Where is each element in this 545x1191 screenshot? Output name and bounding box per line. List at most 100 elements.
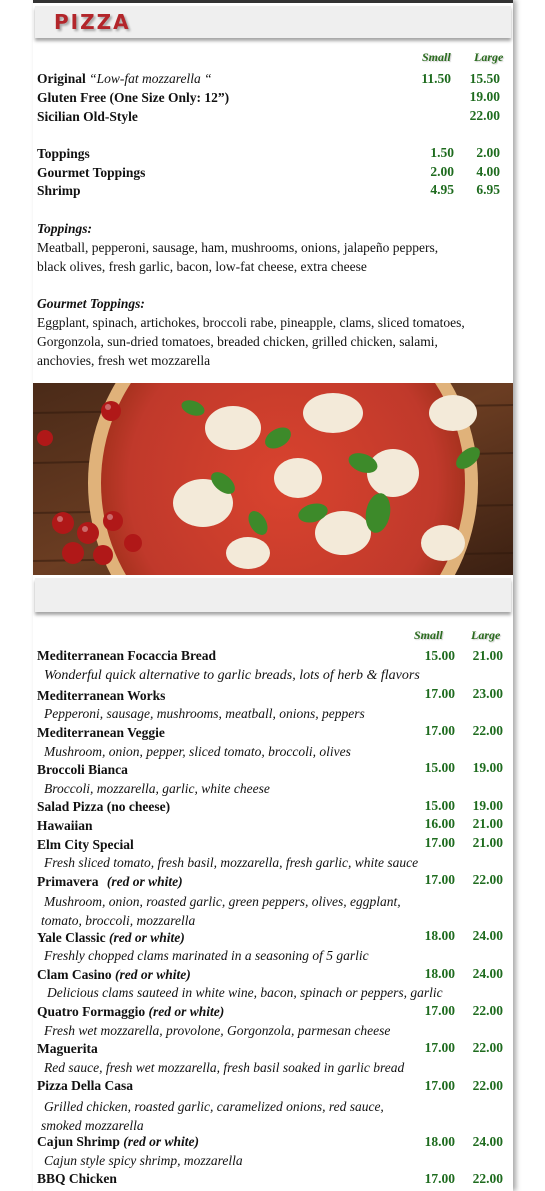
price-large: 24.00: [472, 928, 503, 943]
item-name: Yale Classic: [37, 930, 106, 945]
item-description: Red sauce, fresh wet mozzarella, fresh b…: [44, 1060, 405, 1075]
price-small: 18.00: [424, 928, 455, 943]
menu-row: Mediterranean Works: [37, 688, 165, 704]
pizza-photo: [33, 383, 513, 575]
gourmet-toppings-text: Eggplant, spinach, artichokes, broccoli …: [37, 315, 465, 368]
item-name: Quatro Formaggio: [37, 1004, 146, 1019]
item-description: Cajun style spicy shrimp, mozzarella: [44, 1153, 243, 1168]
item-description: Broccoli, mozzarella, garlic, white chee…: [44, 781, 270, 796]
pizza-photo-image: [33, 383, 513, 575]
item-name: Toppings: [37, 146, 90, 161]
price-small: 15.00: [424, 648, 455, 663]
item-name: Original: [37, 71, 86, 86]
price-small: 17.00: [424, 723, 455, 738]
item-description: Wonderful quick alternative to garlic br…: [44, 668, 420, 683]
item-name: Gluten Free (One Size Only: 12”): [37, 90, 230, 105]
menu-row: Yale Classic (red or white): [37, 930, 185, 946]
price-small: 17.00: [424, 872, 455, 887]
specialty-pizza-banner: [35, 578, 511, 612]
price-small: 17.00: [424, 1003, 455, 1018]
item-sauce-option: (red or white): [106, 874, 183, 889]
column-header-small: Small: [414, 628, 443, 642]
price-small: 11.50: [421, 71, 451, 86]
item-name: Mediterranean Veggie: [37, 725, 165, 740]
item-sauce-option: (red or white): [123, 1134, 200, 1149]
menu-row: Shrimp: [37, 183, 81, 199]
price-small: 16.00: [424, 816, 455, 831]
price-small: 2.00: [430, 164, 454, 179]
price-large: 19.00: [472, 760, 503, 775]
item-sauce-option: (red or white): [109, 930, 185, 945]
item-description: Delicious clams sauteed in white wine, b…: [47, 985, 443, 1000]
item-description: Pepperoni, sausage, mushrooms, meatball,…: [44, 706, 365, 721]
price-large: 6.95: [476, 182, 500, 197]
item-description: Mushroom, onion, roasted garlic, green p…: [41, 894, 401, 928]
gourmet-toppings-block: Gourmet Toppings: Eggplant, spinach, art…: [37, 294, 507, 370]
menu-row: Broccoli Bianca: [37, 762, 128, 778]
item-name: Pizza Della Casa: [37, 1078, 133, 1093]
price-large: 22.00: [472, 1040, 503, 1055]
price-small: 4.95: [430, 182, 454, 197]
price-large: 22.00: [472, 1003, 503, 1018]
price-large: 22.00: [472, 1171, 503, 1186]
item-description: Fresh wet mozzarella, provolone, Gorgonz…: [44, 1023, 391, 1038]
price-small: 15.00: [424, 760, 455, 775]
price-small: 1.50: [430, 145, 454, 160]
menu-row: Hawaiian: [37, 818, 93, 834]
toppings-block: Toppings: Meatball, pepperoni, sausage, …: [37, 219, 507, 276]
item-name: Broccoli Bianca: [37, 762, 128, 777]
price-large: 22.00: [469, 108, 500, 123]
menu-row: Toppings: [37, 146, 90, 162]
menu-row: Cajun Shrimp (red or white): [37, 1134, 199, 1150]
menu-row: Pizza Della Casa: [37, 1078, 133, 1094]
menu-row: Original “Low-fat mozzarella “: [37, 71, 212, 87]
price-large: 21.00: [472, 648, 503, 663]
price-large: 15.50: [469, 71, 500, 86]
menu-row: Primavera (red or white): [37, 874, 183, 890]
price-large: 2.00: [476, 145, 500, 160]
item-sauce-option: (red or white): [148, 1004, 225, 1019]
price-large: 22.00: [472, 1078, 503, 1093]
menu-row: Salad Pizza (no cheese): [37, 799, 170, 815]
item-name: Sicilian Old-Style: [37, 109, 138, 124]
toppings-text: Meatball, pepperoni, sausage, ham, mushr…: [37, 240, 439, 274]
top-image-strip: [33, 0, 513, 3]
section-title: PIZZA: [54, 10, 131, 34]
item-name: Gourmet Toppings: [37, 165, 146, 180]
price-large: 22.00: [472, 872, 503, 887]
item-description: Grilled chicken, roasted garlic, caramel…: [41, 1099, 384, 1133]
item-sauce-option: (red or white): [115, 967, 191, 982]
column-header-large: Large: [474, 50, 504, 64]
menu-row: Quatro Formaggio (red or white): [37, 1004, 224, 1020]
price-large: 22.00: [472, 723, 503, 738]
price-small: 17.00: [424, 1040, 455, 1055]
menu-row: Sicilian Old-Style: [37, 109, 138, 125]
price-small: 17.00: [424, 686, 455, 701]
price-small: 17.00: [424, 835, 455, 850]
item-name: Maguerita: [37, 1041, 98, 1056]
price-large: 21.00: [472, 835, 503, 850]
menu-row: Mediterranean Veggie: [37, 725, 165, 741]
price-small: 18.00: [424, 966, 455, 981]
price-large: 4.00: [476, 164, 500, 179]
item-description: Freshly chopped clams marinated in a sea…: [44, 948, 369, 963]
price-small: 18.00: [424, 1134, 455, 1149]
item-name: Primavera: [37, 874, 99, 889]
item-name: Hawaiian: [37, 818, 93, 833]
menu-row: Elm City Special: [37, 837, 134, 853]
item-name: Shrimp: [37, 183, 81, 198]
price-large: 23.00: [472, 686, 503, 701]
price-large: 24.00: [472, 1134, 503, 1149]
price-small: 17.00: [424, 1078, 455, 1093]
item-name: Clam Casino: [37, 967, 112, 982]
menu-row: Maguerita: [37, 1041, 98, 1057]
price-large: 19.00: [472, 798, 503, 813]
item-note: “Low-fat mozzarella “: [89, 71, 212, 86]
column-header-small: Small: [422, 50, 451, 64]
item-name: Cajun Shrimp: [37, 1134, 120, 1149]
menu-row: Clam Casino (red or white): [37, 967, 191, 983]
menu-row: Gluten Free (One Size Only: 12”): [37, 90, 229, 106]
item-description: Mushroom, onion, pepper, sliced tomato, …: [44, 744, 351, 759]
price-large: 21.00: [472, 816, 503, 831]
item-name: Elm City Special: [37, 837, 134, 852]
